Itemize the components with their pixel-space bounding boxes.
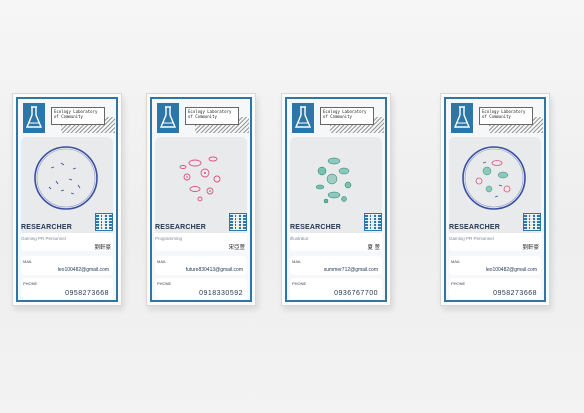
mixed-petri-art	[462, 146, 526, 210]
phone-label: PHONE	[451, 281, 466, 286]
flask-icon	[451, 103, 473, 133]
art-panel	[21, 137, 113, 237]
person-name: 宋亞萱	[228, 245, 245, 251]
card-inner: Ecology Laboratory of Community RESEARCH…	[446, 99, 544, 300]
role-title: RESEARCHER	[21, 224, 73, 231]
job-subtitle: Gaming PR Personnel	[21, 236, 66, 241]
email-value[interactable]: leo100482@gmail.com	[486, 267, 537, 273]
petri-dish-art	[34, 146, 98, 210]
email-value[interactable]: summer712@gmail.com	[324, 267, 378, 273]
phone-value[interactable]: 0958273668	[65, 290, 109, 297]
flask-icon	[292, 103, 314, 133]
phone-label: PHONE	[292, 281, 307, 286]
card-inner: Ecology Laboratory of Community RESEARCH…	[287, 99, 385, 300]
qr-code[interactable]	[364, 213, 382, 231]
email-value[interactable]: leo100482@gmail.com	[58, 267, 109, 273]
card-frame: Ecology Laboratory of Community RESEARCH…	[16, 97, 118, 302]
role-title: RESEARCHER	[449, 224, 501, 231]
phone-value[interactable]: 0958273668	[493, 290, 537, 297]
id-card-2[interactable]: Ecology Laboratory of Community RESEARCH…	[146, 93, 256, 306]
job-subtitle: Gaming PR Personnel	[449, 236, 494, 241]
microbe-art	[179, 156, 221, 202]
art-panel	[155, 137, 247, 237]
art-panel	[449, 137, 541, 237]
lab-name-tag: Ecology Laboratory of Community	[51, 107, 115, 133]
card-frame: Ecology Laboratory of Community RESEARCH…	[444, 97, 546, 302]
lab-name: Ecology Laboratory of Community	[323, 109, 367, 119]
flask-icon	[23, 103, 45, 133]
phone-value[interactable]: 0936767700	[334, 290, 378, 297]
art-panel	[290, 137, 382, 237]
phone-label: PHONE	[23, 281, 38, 286]
lab-name: Ecology Laboratory of Community	[482, 109, 526, 119]
qr-code[interactable]	[229, 213, 247, 231]
lab-name: Ecology Laboratory of Community	[54, 109, 98, 119]
id-card-3[interactable]: Ecology Laboratory of Community RESEARCH…	[281, 93, 391, 306]
card-inner: Ecology Laboratory of Community RESEARCH…	[152, 99, 250, 300]
card-frame: Ecology Laboratory of Community RESEARCH…	[285, 97, 387, 302]
id-card-4[interactable]: Ecology Laboratory of Community RESEARCH…	[440, 93, 550, 306]
lab-name-tag: Ecology Laboratory of Community	[185, 107, 249, 133]
flask-icon	[157, 103, 179, 133]
person-name: 劉軒豪	[522, 245, 539, 251]
job-subtitle: Illustrator	[290, 236, 309, 241]
job-subtitle: Programming	[155, 236, 183, 241]
phone-label: PHONE	[157, 281, 172, 286]
card-frame: Ecology Laboratory of Community RESEARCH…	[150, 97, 252, 302]
person-name: 夏 萱	[367, 245, 380, 251]
qr-code[interactable]	[95, 213, 113, 231]
mail-label: MAIL	[157, 259, 167, 264]
mail-label: MAIL	[23, 259, 33, 264]
mail-label: MAIL	[451, 259, 461, 264]
role-title: RESEARCHER	[155, 224, 207, 231]
lab-name-tag: Ecology Laboratory of Community	[479, 107, 543, 133]
person-name: 劉軒豪	[94, 245, 111, 251]
card-inner: Ecology Laboratory of Community RESEARCH…	[18, 99, 116, 300]
role-title: RESEARCHER	[290, 224, 342, 231]
lab-name: Ecology Laboratory of Community	[188, 109, 232, 119]
id-card-1[interactable]: Ecology Laboratory of Community RESEARCH…	[12, 93, 122, 306]
mail-label: MAIL	[292, 259, 302, 264]
microbe-art	[315, 157, 352, 204]
qr-code[interactable]	[523, 213, 541, 231]
email-value[interactable]: future830413@gmail.com	[186, 267, 243, 273]
lab-name-tag: Ecology Laboratory of Community	[320, 107, 384, 133]
phone-value[interactable]: 0918330592	[199, 290, 243, 297]
